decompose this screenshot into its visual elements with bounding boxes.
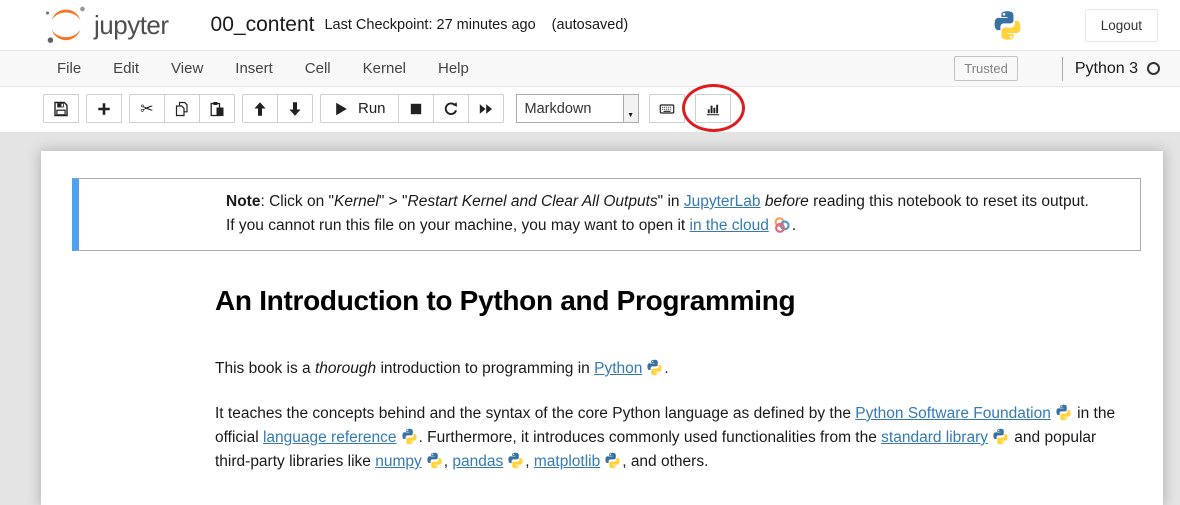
- note-callout: Note: Click on "Kernel" > "Restart Kerne…: [72, 178, 1141, 251]
- page-title: An Introduction to Python and Programmin…: [215, 285, 1120, 317]
- add-cell-button[interactable]: [86, 94, 122, 123]
- run-icon: [333, 101, 349, 117]
- save-button[interactable]: [43, 94, 79, 123]
- jupyterlab-link[interactable]: JupyterLab: [684, 193, 761, 210]
- pandas-link[interactable]: pandas: [452, 453, 503, 470]
- trusted-badge: Trusted: [954, 56, 1018, 81]
- chart-toolbar-button[interactable]: [695, 94, 731, 123]
- save-icon: [53, 101, 69, 117]
- menu-kernel[interactable]: Kernel: [347, 52, 422, 85]
- python-icon: [646, 359, 663, 376]
- chevron-down-icon[interactable]: ▼: [623, 95, 638, 122]
- kernel-idle-icon: [1147, 62, 1160, 75]
- move-cell-down-button[interactable]: [277, 94, 313, 123]
- fast-forward-icon: [478, 101, 494, 117]
- stop-icon: [408, 101, 424, 117]
- move-down-icon: [287, 101, 303, 117]
- menu-file[interactable]: File: [41, 52, 97, 85]
- menu-edit[interactable]: Edit: [97, 52, 155, 85]
- notebook-header: jupyter 00_content Last Checkpoint: 27 m…: [0, 0, 1180, 50]
- notebook-container: Note: Click on "Kernel" > "Restart Kerne…: [41, 151, 1163, 505]
- cell-type-select[interactable]: Markdown ▼: [516, 94, 639, 123]
- python-icon: [604, 452, 621, 469]
- copy-cell-button[interactable]: [164, 94, 200, 123]
- copy-icon: [174, 101, 190, 117]
- menu-help[interactable]: Help: [422, 52, 485, 85]
- python-link[interactable]: Python: [594, 360, 642, 377]
- language-reference-link[interactable]: language reference: [263, 429, 397, 446]
- restart-icon: [443, 101, 459, 117]
- add-cell-icon: [96, 101, 112, 117]
- notebook-title[interactable]: 00_content: [211, 13, 315, 37]
- paste-cell-button[interactable]: [199, 94, 235, 123]
- notebook-background: Note: Click on "Kernel" > "Restart Kerne…: [0, 132, 1180, 505]
- python-icon: [401, 428, 418, 445]
- checkpoint-status: Last Checkpoint: 27 minutes ago: [324, 17, 535, 33]
- interrupt-kernel-button[interactable]: [398, 94, 434, 123]
- logout-button[interactable]: Logout: [1085, 9, 1158, 42]
- menu-view[interactable]: View: [155, 52, 219, 85]
- move-cell-up-button[interactable]: [242, 94, 278, 123]
- jupyter-logo-text: jupyter: [94, 10, 169, 41]
- move-up-icon: [252, 101, 268, 117]
- python-icon: [992, 428, 1009, 445]
- description-paragraph: It teaches the concepts behind and the s…: [215, 402, 1120, 474]
- markdown-cell[interactable]: An Introduction to Python and Programmin…: [41, 285, 1163, 474]
- restart-kernel-button[interactable]: [433, 94, 469, 123]
- menubar: File Edit View Insert Cell Kernel Help T…: [0, 50, 1180, 87]
- numpy-link[interactable]: numpy: [375, 453, 422, 470]
- cut-cell-button[interactable]: ✂: [129, 94, 165, 123]
- keyboard-icon: [659, 101, 675, 117]
- command-palette-button[interactable]: [649, 94, 685, 123]
- binder-icon: [773, 216, 791, 234]
- bar-chart-icon: [705, 101, 721, 117]
- kernel-divider: [1062, 57, 1063, 81]
- jupyter-logo-icon: [40, 5, 92, 45]
- kernel-name: Python 3: [1075, 60, 1138, 78]
- menu-insert[interactable]: Insert: [219, 52, 289, 85]
- python-icon: [426, 452, 443, 469]
- note-label: Note: [226, 193, 260, 210]
- jupyter-logo[interactable]: jupyter: [40, 5, 169, 45]
- standard-library-link[interactable]: standard library: [881, 429, 988, 446]
- python-icon: [1055, 404, 1072, 421]
- cell-type-value: Markdown: [517, 95, 623, 122]
- python-icon: [507, 452, 524, 469]
- run-cell-button[interactable]: Run: [320, 94, 399, 123]
- in-the-cloud-link[interactable]: in the cloud: [690, 217, 769, 234]
- python-logo-icon: [992, 10, 1023, 41]
- psf-link[interactable]: Python Software Foundation: [855, 405, 1051, 422]
- run-label: Run: [358, 100, 386, 117]
- toolbar: ✂ Run Markdown ▼: [0, 87, 1180, 132]
- cut-icon: ✂: [140, 101, 153, 117]
- intro-paragraph: This book is a thorough introduction to …: [215, 357, 1120, 381]
- restart-run-all-button[interactable]: [468, 94, 504, 123]
- paste-icon: [209, 101, 225, 117]
- menu-cell[interactable]: Cell: [289, 52, 347, 85]
- autosave-status: (autosaved): [552, 17, 629, 33]
- matplotlib-link[interactable]: matplotlib: [534, 453, 600, 470]
